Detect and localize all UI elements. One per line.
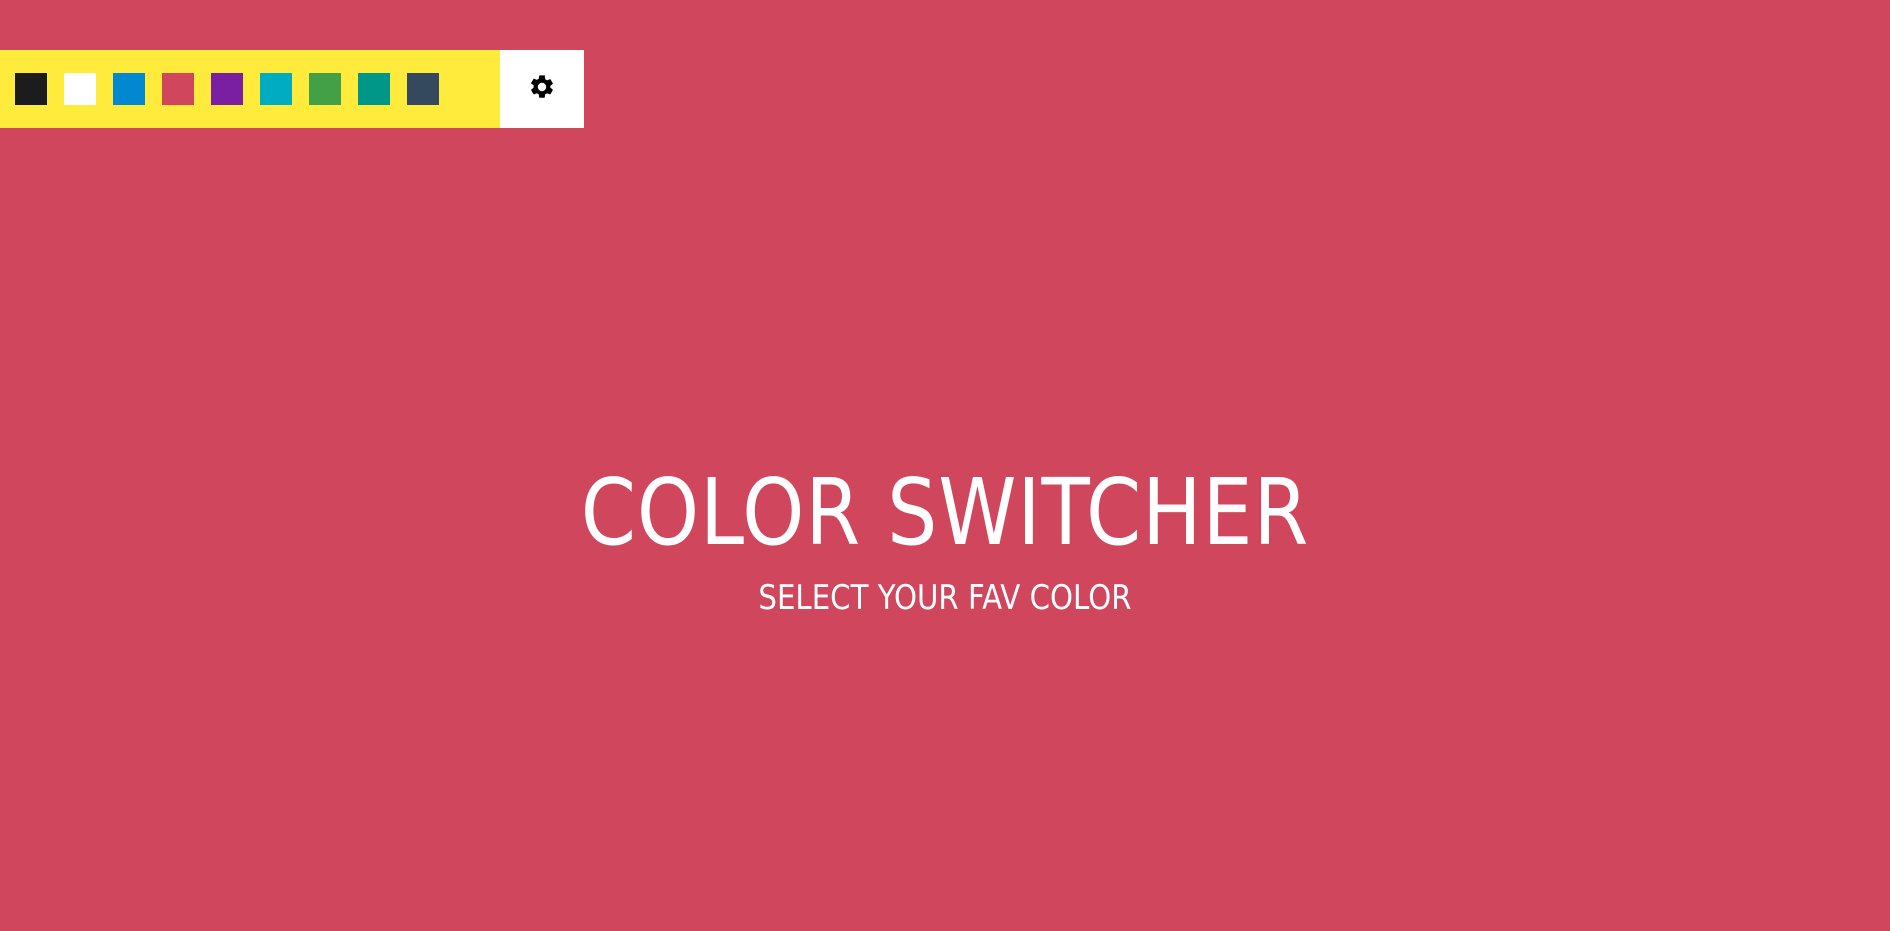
page-subtitle: SELECT YOUR FAV COLOR [758, 578, 1132, 618]
color-swatch-cyan[interactable] [260, 73, 292, 105]
gear-icon [528, 73, 556, 106]
color-swatch-red[interactable] [162, 73, 194, 105]
color-swatch-green[interactable] [309, 73, 341, 105]
hero: COLOR SWITCHER SELECT YOUR FAV COLOR [0, 458, 1890, 618]
color-palette [0, 50, 500, 128]
color-switcher [0, 50, 584, 128]
color-swatch-blue[interactable] [113, 73, 145, 105]
color-swatch-purple[interactable] [211, 73, 243, 105]
page-title: COLOR SWITCHER [580, 459, 1310, 566]
color-swatch-black[interactable] [15, 73, 47, 105]
color-swatch-white[interactable] [64, 73, 96, 105]
settings-toggle-button[interactable] [500, 50, 584, 128]
color-swatch-slate[interactable] [407, 73, 439, 105]
color-swatch-teal[interactable] [358, 73, 390, 105]
